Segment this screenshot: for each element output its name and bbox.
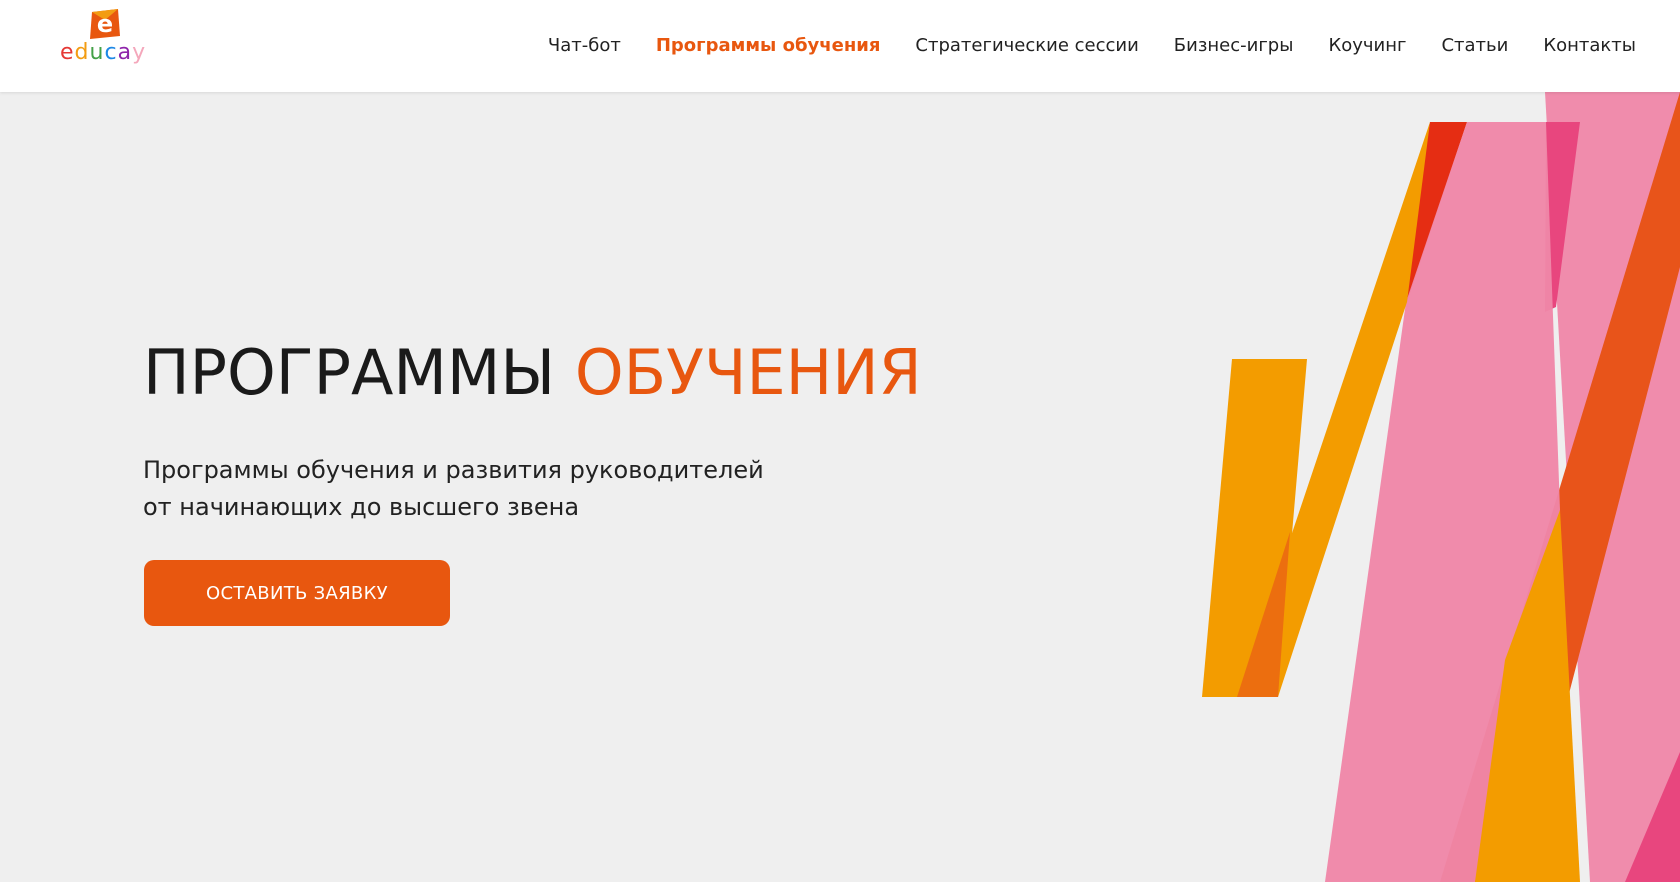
nav-item-programs[interactable]: Программы обучения xyxy=(656,34,881,58)
submit-request-button[interactable]: ОСТАВИТЬ ЗАЯВКУ xyxy=(144,560,450,626)
svg-text:e: e xyxy=(97,10,113,38)
site-header: e educay Чат-бот Программы обучения Стра… xyxy=(0,0,1680,92)
hero-subtitle-line-1: Программы обучения и развития руководите… xyxy=(143,456,764,484)
page-title-main: ПРОГРАММЫ xyxy=(143,336,556,409)
logo-wordmark: educay xyxy=(60,40,147,65)
nav-item-strategic-sessions[interactable]: Стратегические сессии xyxy=(915,34,1138,58)
hero-subtitle: Программы обучения и развития руководите… xyxy=(143,452,843,526)
page-title: ПРОГРАММЫ ОБУЧЕНИЯ xyxy=(143,342,922,404)
hero-subtitle-line-2: от начинающих до высшего звена xyxy=(143,493,580,521)
nav-item-business-games[interactable]: Бизнес-игры xyxy=(1174,34,1294,58)
logo-e-icon: e xyxy=(90,9,120,39)
page-title-accent: ОБУЧЕНИЯ xyxy=(574,336,922,409)
nav-item-articles[interactable]: Статьи xyxy=(1441,34,1508,58)
nav-item-contacts[interactable]: Контакты xyxy=(1543,34,1636,58)
hero-section: ПРОГРАММЫ ОБУЧЕНИЯ Программы обучения и … xyxy=(0,92,1680,882)
nav-item-chatbot[interactable]: Чат-бот xyxy=(548,34,621,58)
main-nav: Чат-бот Программы обучения Стратегически… xyxy=(513,34,1636,58)
logo[interactable]: e educay xyxy=(60,8,150,70)
nav-item-coaching[interactable]: Коучинг xyxy=(1328,34,1406,58)
